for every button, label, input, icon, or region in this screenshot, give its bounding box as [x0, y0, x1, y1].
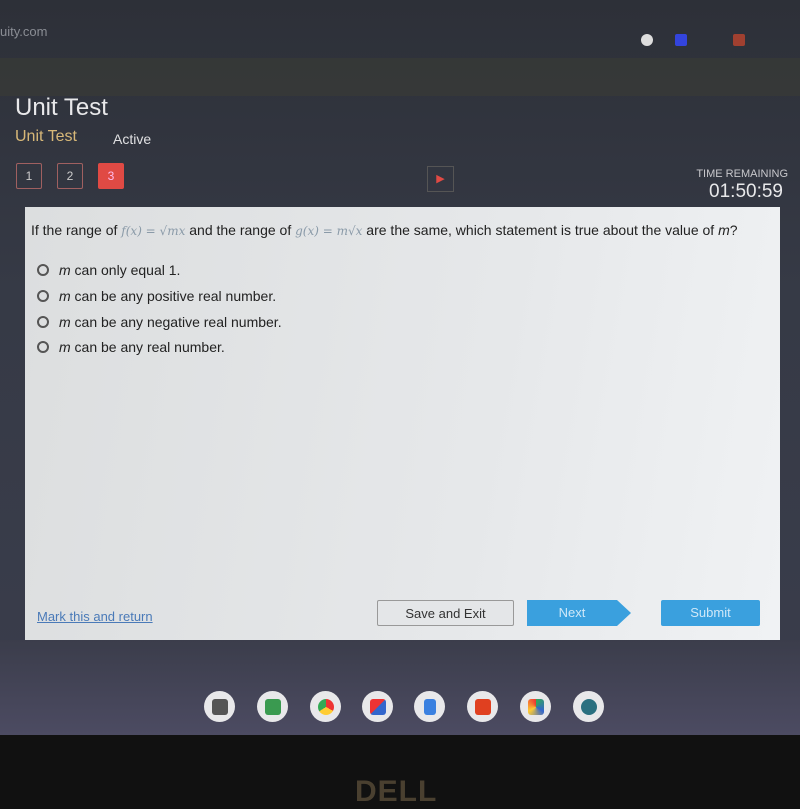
extension-icon[interactable] — [765, 34, 777, 46]
answer-option[interactable]: m can be any negative real number. — [37, 314, 282, 330]
question-end: ? — [729, 222, 738, 238]
option-text: m can be any real number. — [59, 339, 225, 355]
variable: m — [718, 222, 730, 238]
radio-button[interactable] — [37, 264, 49, 276]
settings-icon[interactable] — [573, 691, 604, 722]
radio-button[interactable] — [37, 341, 49, 353]
option-text: m can be any positive real number. — [59, 288, 277, 304]
answer-option[interactable]: m can be any positive real number. — [37, 288, 276, 304]
radio-button[interactable] — [37, 290, 49, 302]
question-prefix: If the range of — [31, 222, 122, 238]
question-3-button[interactable]: 3 — [98, 163, 124, 189]
mark-and-return-link[interactable]: Mark this and return — [37, 609, 153, 624]
extension-icon[interactable] — [705, 34, 717, 46]
question-panel: If the range of f(x) = √mx and the range… — [25, 207, 780, 640]
gmail-icon[interactable] — [362, 691, 393, 722]
screen: uity.com Unit Test Unit Test Active 1 2 … — [0, 0, 800, 735]
url-bar[interactable]: uity.com — [0, 24, 47, 39]
status-label: Active — [113, 131, 152, 147]
youtube-icon[interactable] — [467, 691, 498, 722]
help-icon[interactable] — [641, 34, 653, 46]
option-text: m can only equal 1. — [59, 262, 181, 278]
play-store-icon[interactable] — [520, 691, 551, 722]
radio-button[interactable] — [37, 316, 49, 328]
answer-option[interactable]: m can only equal 1. — [37, 262, 180, 278]
function-g: g(x) = m√x — [295, 224, 363, 238]
chromeos-shelf — [0, 640, 800, 735]
timer: 01:50:59 — [709, 181, 783, 202]
question-1-button[interactable]: 1 — [16, 163, 42, 189]
option-text: m can be any negative real number. — [59, 314, 282, 330]
test-name: Unit Test — [15, 128, 77, 145]
chrome-icon[interactable] — [310, 691, 341, 722]
docs-icon[interactable] — [414, 691, 445, 722]
next-button[interactable]: Next — [527, 600, 617, 626]
save-and-exit-button[interactable]: Save and Exit — [377, 600, 514, 626]
next-arrow-shape[interactable] — [617, 600, 631, 626]
classroom-icon[interactable] — [257, 691, 288, 722]
question-text: If the range of f(x) = √mx and the range… — [31, 222, 738, 238]
question-mid: and the range of — [185, 222, 296, 238]
play-icon[interactable]: ▶ — [427, 166, 454, 192]
calculator-icon[interactable] — [204, 691, 235, 722]
question-2-button[interactable]: 2 — [57, 163, 83, 189]
answer-option[interactable]: m can be any real number. — [37, 339, 225, 355]
extension-icon[interactable] — [733, 34, 745, 46]
extension-icon[interactable] — [675, 34, 687, 46]
time-remaining-label: TIME REMAINING — [696, 168, 788, 180]
question-suffix: are the same, which statement is true ab… — [362, 222, 719, 238]
function-f: f(x) = √mx — [121, 224, 186, 238]
submit-button[interactable]: Submit — [661, 600, 760, 626]
toolbar-band — [0, 58, 800, 96]
dell-logo: DELL — [355, 775, 438, 808]
page-title: Unit Test — [15, 94, 108, 121]
